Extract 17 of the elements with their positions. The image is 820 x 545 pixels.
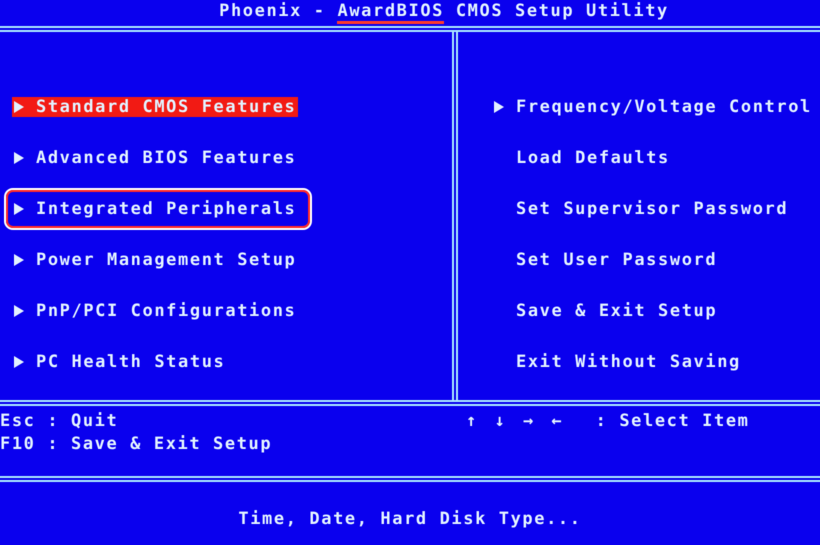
menu-item[interactable]: Exit Without Saving (492, 352, 743, 372)
menu-item[interactable]: Set Supervisor Password (492, 199, 790, 219)
menu-item[interactable]: PC Health Status (12, 352, 228, 372)
window-title: Phoenix - AwardBIOS CMOS Setup Utility (219, 1, 669, 21)
menu-item[interactable]: Advanced BIOS Features (12, 148, 298, 168)
menu-item[interactable]: Save & Exit Setup (492, 301, 720, 321)
key-hint: F10 : Save & Exit Setup (0, 433, 274, 456)
menu-item[interactable]: Frequency/Voltage Control (492, 97, 814, 117)
menu-item[interactable]: Power Management Setup (12, 250, 298, 270)
status-text: Time, Date, Hard Disk Type... (238, 509, 582, 529)
key-hint: : Select Item (596, 410, 750, 433)
menu-item[interactable]: PnP/PCI Configurations (12, 301, 298, 321)
menu-item[interactable]: Load Defaults (492, 148, 672, 168)
navigation-keys: ↑ ↓ → ← (466, 410, 566, 476)
menu-item[interactable]: Set User Password (492, 250, 720, 270)
menu-item[interactable]: Standard CMOS Features (12, 97, 298, 117)
key-hint: Esc : Quit (0, 410, 120, 433)
